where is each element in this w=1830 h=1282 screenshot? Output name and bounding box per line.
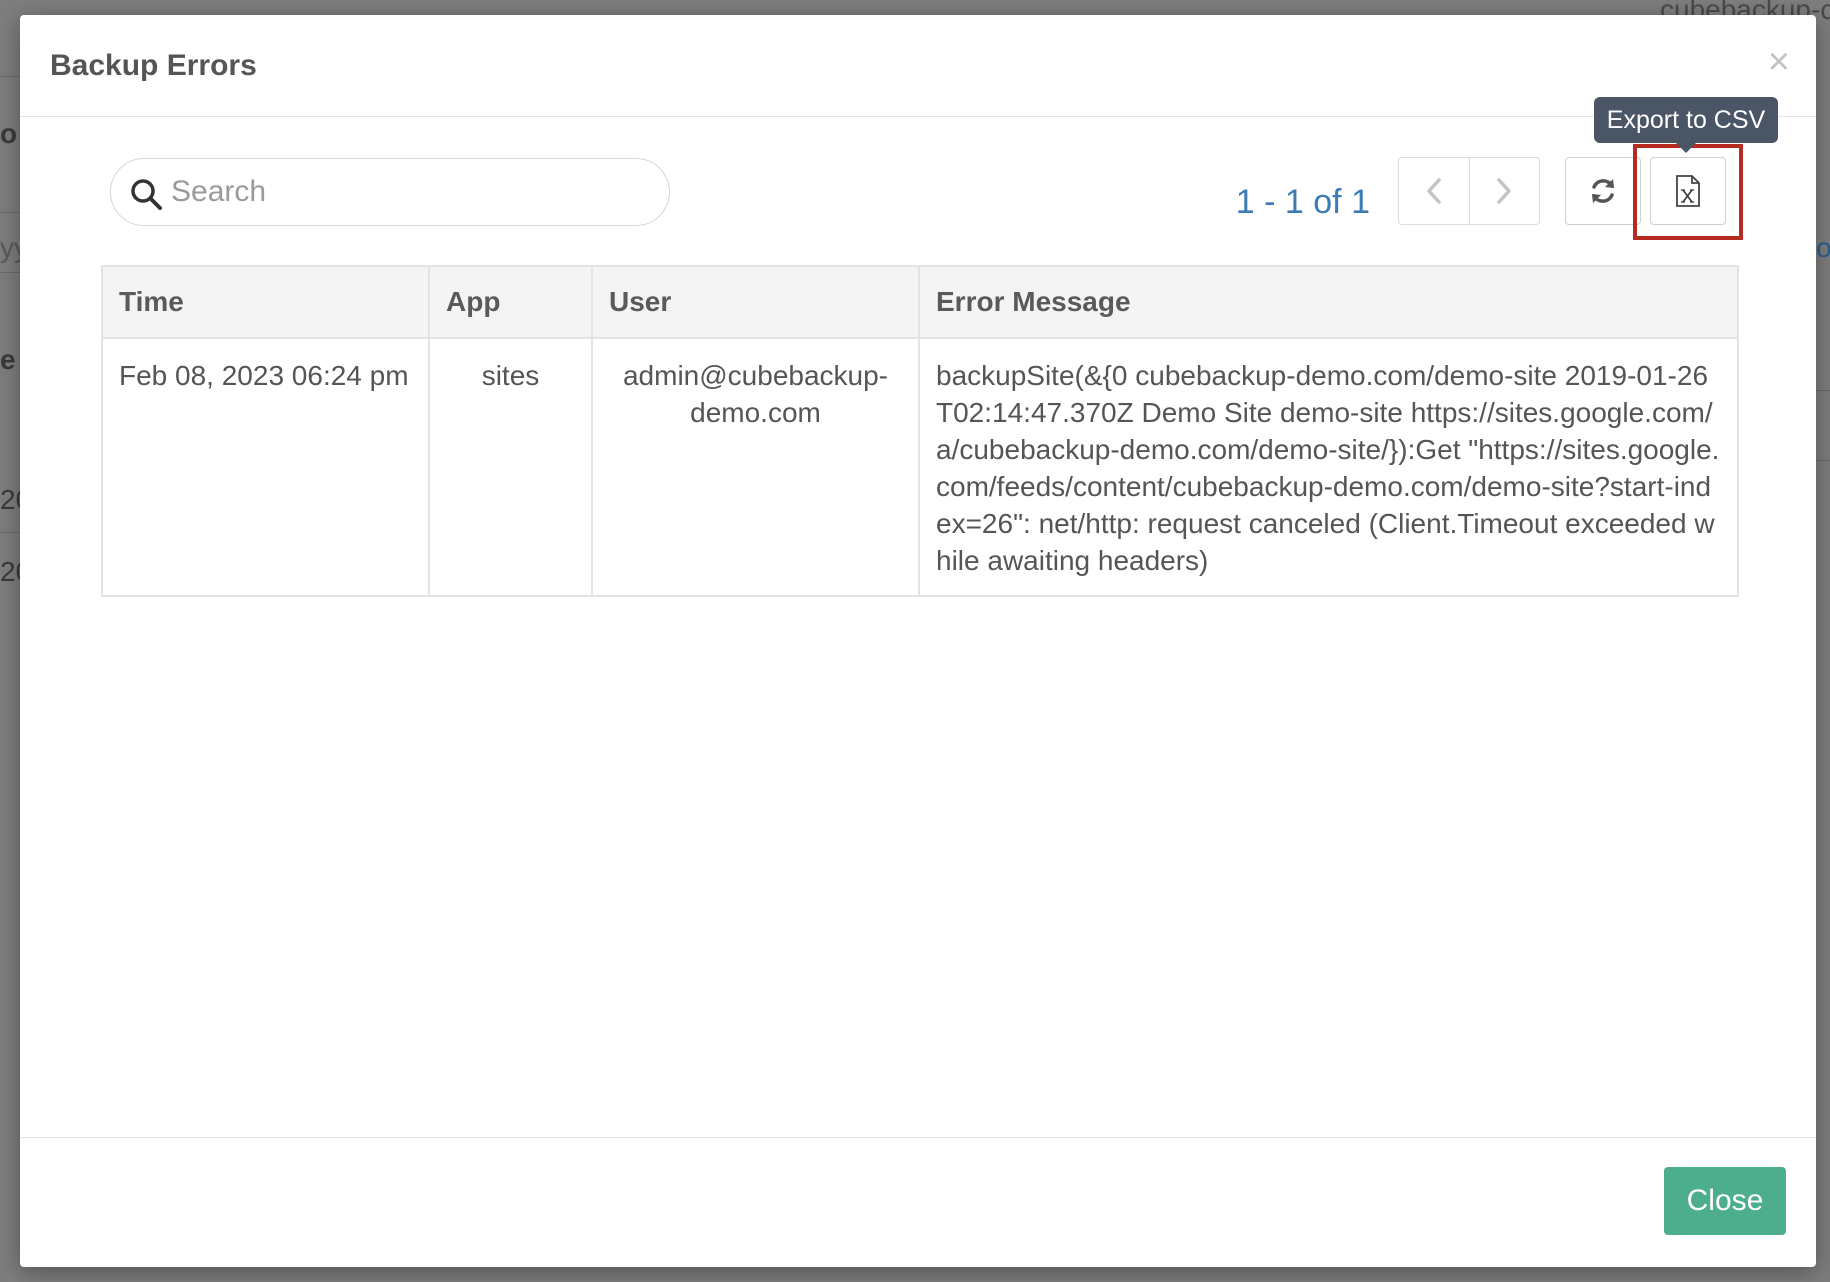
modal-header: Backup Errors × — [20, 15, 1816, 117]
column-header-user[interactable]: User — [591, 265, 920, 339]
errors-table: Time App User Error Message Feb 08, 2023… — [101, 265, 1739, 597]
bg-divider — [0, 76, 20, 77]
pagination-info: 1 - 1 of 1 — [1235, 183, 1370, 221]
export-tooltip: Export to CSV — [1594, 97, 1778, 153]
backup-errors-modal: Backup Errors × 1 - 1 of 1 — [20, 15, 1816, 1267]
refresh-button[interactable] — [1565, 157, 1641, 225]
table-row: Feb 08, 2023 06:24 pm sites admin@cubeba… — [101, 337, 1739, 597]
table-header-row: Time App User Error Message — [101, 265, 1739, 339]
prev-page-button[interactable] — [1399, 158, 1469, 224]
bg-fragment: o — [0, 118, 18, 149]
close-icon[interactable]: × — [1768, 43, 1790, 81]
export-csv-button[interactable] — [1650, 157, 1726, 225]
close-button[interactable]: Close — [1664, 1167, 1786, 1235]
column-header-app[interactable]: App — [428, 265, 593, 339]
bg-fragment: e — [0, 344, 16, 375]
column-header-time[interactable]: Time — [101, 265, 430, 339]
bg-divider — [0, 272, 20, 273]
cell-time: Feb 08, 2023 06:24 pm — [101, 337, 430, 597]
bg-divider — [0, 532, 20, 533]
bg-divider — [0, 212, 20, 213]
bg-divider — [1816, 460, 1830, 461]
chevron-right-icon — [1497, 178, 1511, 204]
modal-footer: Close — [20, 1137, 1816, 1267]
modal-title: Backup Errors — [50, 49, 257, 82]
bg-divider — [1816, 390, 1830, 391]
cell-app: sites — [428, 337, 593, 597]
pagination-buttons — [1398, 157, 1540, 225]
cell-user: admin@cubebackup-demo.com — [591, 337, 920, 597]
excel-file-icon — [1676, 175, 1700, 207]
search-input[interactable] — [171, 169, 651, 215]
bg-fragment: o — [1816, 232, 1830, 263]
next-page-button[interactable] — [1468, 158, 1540, 224]
column-header-error-message[interactable]: Error Message — [918, 265, 1739, 339]
cell-error-message: backupSite(&{0 cubebackup-demo.com/demo-… — [918, 337, 1739, 597]
refresh-icon — [1592, 179, 1614, 203]
search-icon — [131, 179, 162, 210]
chevron-left-icon — [1427, 178, 1441, 204]
search-box[interactable] — [110, 158, 670, 226]
